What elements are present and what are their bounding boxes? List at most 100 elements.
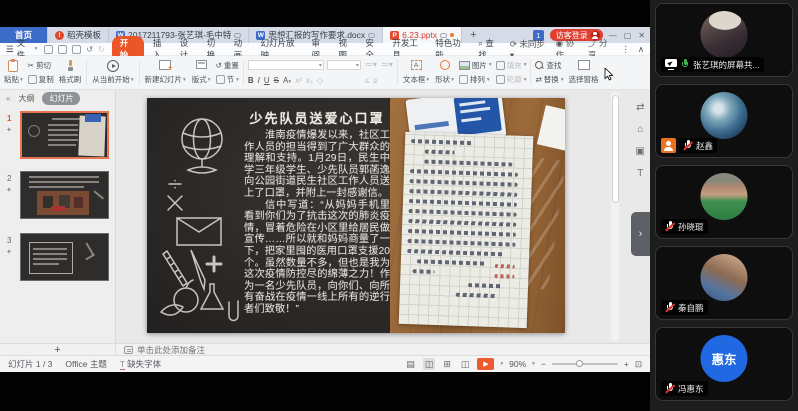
participant-tile[interactable]: 孙晓琨 <box>655 165 793 239</box>
animation-pane-icon[interactable]: ⇄ <box>636 102 645 113</box>
play-options-caret[interactable]: ▾ <box>500 361 503 367</box>
collapse-panel-icon[interactable]: « <box>6 94 10 103</box>
multiply-icon <box>168 196 182 210</box>
zoom-slider[interactable] <box>552 363 618 365</box>
tab-outline[interactable]: 大纲 <box>18 93 34 104</box>
fill-label: 填充 <box>507 60 522 71</box>
vertical-scrollbar[interactable] <box>611 92 619 341</box>
more-options-icon[interactable]: ⋮ <box>621 44 630 55</box>
new-slide-button[interactable]: 新建幻灯片▾ <box>144 58 187 87</box>
outline-button[interactable]: 轮廓▾ <box>496 74 527 85</box>
notes-view-icon[interactable]: ▤ <box>404 358 417 370</box>
animation-star-icon[interactable]: ✦ <box>6 248 12 256</box>
replace-button[interactable]: ⇄替换▾ <box>535 74 563 85</box>
paste-button[interactable]: 粘贴▾ <box>3 58 24 87</box>
scrollbar-thumb[interactable] <box>612 95 619 203</box>
selection-pane-button[interactable]: 选择窗格 <box>568 58 600 87</box>
font-size-dropdown[interactable] <box>327 60 361 70</box>
zoom-in-button[interactable]: + <box>624 359 629 369</box>
chevron-down-icon: ▾ <box>35 46 38 52</box>
font-family-dropdown[interactable] <box>248 60 324 70</box>
participant-tile[interactable]: 赵鑫 <box>655 84 793 158</box>
theme-name[interactable]: Office 主题 <box>65 358 106 370</box>
text-pane-icon[interactable]: T <box>636 168 645 179</box>
notes-input[interactable]: 单击此处添加备注 <box>116 344 205 356</box>
participant-tile[interactable]: 秦自鹏 <box>655 246 793 320</box>
plus-icon <box>207 257 221 271</box>
reset-button[interactable]: ↺重置 <box>216 60 239 71</box>
fill-button[interactable]: 填充▾ <box>496 60 527 71</box>
decrease-indent-button[interactable]: ≤ <box>365 76 369 85</box>
hamburger-icon: ☰ <box>6 44 14 55</box>
bullet-list-button[interactable]: ≔▾ <box>365 60 377 69</box>
print-preview-icon[interactable] <box>72 45 81 54</box>
participant-tile[interactable]: 惠东 冯惠东 <box>655 327 793 401</box>
selection-pane-label: 选择窗格 <box>569 74 599 85</box>
picture-button[interactable]: 图片▾ <box>459 60 492 71</box>
italic-button[interactable]: I <box>258 76 260 85</box>
participant-name: 赵鑫 <box>696 140 713 152</box>
find-button[interactable]: 查找 <box>535 60 563 71</box>
add-slide-button[interactable]: + <box>0 345 116 355</box>
participant-tile[interactable]: 张艺琪的屏幕共... <box>655 3 793 77</box>
outline-icon <box>496 75 505 84</box>
play-from-current-button[interactable]: 从当前开始▾ <box>91 58 134 87</box>
font-color-button[interactable]: A▾ <box>283 76 291 85</box>
arrange-button[interactable]: 排列▾ <box>459 74 492 85</box>
slide-1-number: 1 <box>7 114 11 123</box>
section-button[interactable]: 节▾ <box>216 74 239 85</box>
slideshow-play-button[interactable]: ▶ <box>477 358 494 370</box>
arrange-label: 排列 <box>470 74 485 85</box>
zoom-level[interactable]: 90% <box>509 359 526 369</box>
subscript-button[interactable]: x₂ <box>306 76 313 85</box>
tab-templates[interactable]: ! 稻壳模板 <box>48 27 109 43</box>
tab-slides[interactable]: 幻灯片 <box>42 92 80 105</box>
text-box-button[interactable]: A 文本框▾ <box>402 58 430 87</box>
redo-icon[interactable]: ↻ <box>98 45 105 54</box>
save-icon[interactable] <box>44 45 53 54</box>
text-box-label: 文本框 <box>403 74 426 85</box>
arrange-icon <box>459 75 468 84</box>
bold-button[interactable]: B <box>248 76 254 85</box>
format-painter-button[interactable]: 格式刷 <box>58 58 83 87</box>
user-avatar-icon <box>591 31 600 40</box>
superscript-button[interactable]: x² <box>295 76 302 85</box>
underline-button[interactable]: U <box>264 76 270 85</box>
clear-format-button[interactable]: ◇ <box>317 76 323 85</box>
expand-sidebar-button[interactable]: › <box>631 212 650 256</box>
slide-title[interactable]: 少先队员送爱心口罩 <box>244 108 390 127</box>
participant-label: 孙晓琨 <box>661 219 708 234</box>
cut-button[interactable]: ✂剪切 <box>28 60 54 71</box>
paperclip-icon <box>229 301 238 321</box>
slide-canvas[interactable]: 少先队员送爱心口罩 淮南疫情爆发以来，社区工作人员的担当得到了广大群众的理解和支… <box>116 90 608 343</box>
missing-fonts-warning[interactable]: T 缺失字体 <box>120 358 161 370</box>
print-icon[interactable] <box>58 45 67 54</box>
shapes-button[interactable]: 形状▾ <box>434 58 455 87</box>
animation-star-icon[interactable]: ✦ <box>6 186 12 194</box>
collapse-ribbon-icon[interactable]: ∧ <box>638 44 644 55</box>
reading-view-icon[interactable]: ◫ <box>459 358 472 370</box>
copy-button[interactable]: 复制 <box>28 74 54 85</box>
slide-thumbnail-3[interactable] <box>20 233 109 281</box>
objects-pane-icon[interactable]: ▣ <box>636 146 645 157</box>
normal-view-icon[interactable]: ◫ <box>423 358 436 370</box>
slide-thumbnail-2[interactable] <box>20 171 109 219</box>
zoom-caret[interactable]: ▾ <box>532 361 535 367</box>
design-pane-icon[interactable]: ⌂ <box>636 124 645 135</box>
zoom-slider-thumb[interactable] <box>576 360 583 367</box>
slide-thumbnail-1[interactable] <box>20 111 109 159</box>
slide-sorter-icon[interactable]: ⊞ <box>441 358 453 370</box>
slide-body-text[interactable]: 淮南疫情爆发以来，社区工作人员的担当得到了广大群众的理解和支持。1月29日，民生… <box>244 130 390 316</box>
avatar <box>701 173 748 220</box>
animation-star-icon[interactable]: ✦ <box>6 126 12 134</box>
numbered-list-button[interactable]: ≕▾ <box>381 60 393 69</box>
fit-to-window-icon[interactable]: ⊡ <box>635 359 642 370</box>
layout-button[interactable]: 版式▾ <box>191 58 212 87</box>
zoom-out-button[interactable]: − <box>541 359 546 369</box>
strikethrough-button[interactable]: S <box>274 76 279 85</box>
letter-photo[interactable] <box>390 98 565 333</box>
undo-icon[interactable]: ↺ <box>86 45 93 54</box>
increase-indent-button[interactable]: ≥ <box>373 76 377 85</box>
host-person-icon <box>661 138 676 153</box>
current-slide[interactable]: 少先队员送爱心口罩 淮南疫情爆发以来，社区工作人员的担当得到了广大群众的理解和支… <box>147 98 565 333</box>
